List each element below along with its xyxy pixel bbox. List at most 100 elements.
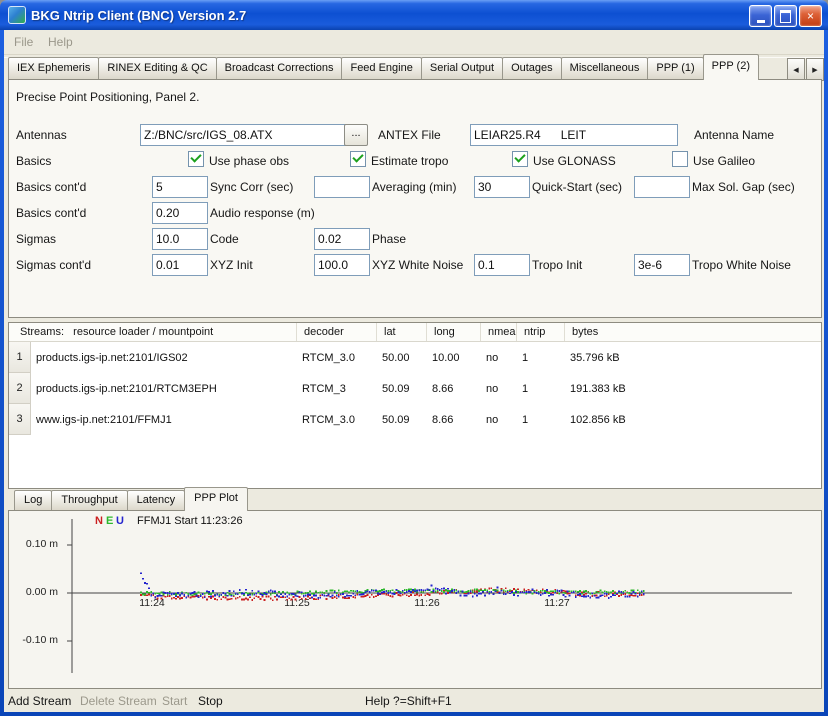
header-nmea[interactable]: nmea bbox=[481, 323, 517, 341]
tropo-white-noise-label: Tropo White Noise bbox=[692, 258, 791, 272]
cell-lat: 50.00 bbox=[377, 342, 427, 373]
cell-bytes: 102.856 kB bbox=[565, 404, 821, 435]
sync-corr-input[interactable] bbox=[152, 176, 208, 198]
menu-bar: File Help bbox=[4, 30, 824, 54]
bottom-tab-bar: Log Throughput Latency PPP Plot bbox=[14, 488, 247, 511]
tab-scroll-right-button[interactable]: ▶ bbox=[806, 58, 824, 81]
header-mountpoint[interactable]: Streams: resource loader / mountpoint bbox=[9, 323, 297, 341]
max-sol-gap-input[interactable] bbox=[634, 176, 690, 198]
streams-table: Streams: resource loader / mountpoint de… bbox=[8, 322, 822, 489]
tab-latency[interactable]: Latency bbox=[127, 490, 186, 510]
window-border-right bbox=[824, 30, 828, 712]
antex-browse-button[interactable]: ... bbox=[344, 124, 368, 146]
estimate-tropo-checkbox[interactable] bbox=[350, 151, 366, 167]
cell-mountpoint: www.igs-ip.net:2101/FFMJ1 bbox=[31, 404, 297, 435]
use-glonass-label[interactable]: Use GLONASS bbox=[533, 154, 616, 168]
menu-file[interactable]: File bbox=[14, 35, 33, 49]
sigma-phase-input[interactable] bbox=[314, 228, 370, 250]
tab-serial-output[interactable]: Serial Output bbox=[421, 57, 503, 79]
row-number: 3 bbox=[9, 404, 31, 435]
antenna-name-input[interactable] bbox=[470, 124, 678, 146]
maximize-button[interactable] bbox=[774, 5, 797, 27]
tab-outages[interactable]: Outages bbox=[502, 57, 562, 79]
antenna-name-label: Antenna Name bbox=[694, 128, 774, 142]
stream-row-3[interactable]: 3 www.igs-ip.net:2101/FFMJ1 RTCM_3.0 50.… bbox=[9, 404, 821, 435]
tab-log[interactable]: Log bbox=[14, 490, 52, 510]
cell-decoder: RTCM_3.0 bbox=[297, 342, 377, 373]
delete-stream-button[interactable]: Delete Stream bbox=[80, 694, 157, 708]
row-number: 2 bbox=[9, 373, 31, 404]
cell-ntrip: 1 bbox=[517, 404, 565, 435]
tab-feed-engine[interactable]: Feed Engine bbox=[341, 57, 421, 79]
cell-mountpoint: products.igs-ip.net:2101/IGS02 bbox=[31, 342, 297, 373]
cell-lat: 50.09 bbox=[377, 373, 427, 404]
tab-rinex-editing-qc[interactable]: RINEX Editing & QC bbox=[98, 57, 216, 79]
menu-help[interactable]: Help bbox=[48, 35, 73, 49]
sigmas-contd-label: Sigmas cont'd bbox=[16, 258, 91, 272]
use-glonass-checkbox[interactable] bbox=[512, 151, 528, 167]
stream-row-2[interactable]: 2 products.igs-ip.net:2101/RTCM3EPH RTCM… bbox=[9, 373, 821, 404]
use-galileo-label[interactable]: Use Galileo bbox=[693, 154, 755, 168]
use-galileo-checkbox[interactable] bbox=[672, 151, 688, 167]
xyz-init-label: XYZ Init bbox=[210, 258, 253, 272]
averaging-input[interactable] bbox=[314, 176, 370, 198]
sync-corr-label: Sync Corr (sec) bbox=[210, 180, 293, 194]
window-title: BKG Ntrip Client (BNC) Version 2.7 bbox=[31, 8, 246, 23]
cell-decoder: RTCM_3.0 bbox=[297, 404, 377, 435]
tab-rinex-ephemeris[interactable]: IEX Ephemeris bbox=[8, 57, 99, 79]
stop-button[interactable]: Stop bbox=[198, 694, 223, 708]
cell-long: 8.66 bbox=[427, 404, 481, 435]
tropo-white-noise-input[interactable] bbox=[634, 254, 690, 276]
window-border-bottom bbox=[0, 712, 828, 716]
tab-scroll-buttons: ◀ ▶ bbox=[786, 58, 824, 81]
streams-table-header: Streams: resource loader / mountpoint de… bbox=[9, 323, 821, 342]
tropo-init-label: Tropo Init bbox=[532, 258, 582, 272]
ppp-plot-canvas bbox=[9, 511, 819, 686]
tab-ppp-plot[interactable]: PPP Plot bbox=[184, 487, 248, 511]
help-shortcut-label: Help ?=Shift+F1 bbox=[365, 694, 452, 708]
basics-contd2-label: Basics cont'd bbox=[16, 206, 86, 220]
tab-throughput[interactable]: Throughput bbox=[51, 490, 127, 510]
xyz-init-input[interactable] bbox=[152, 254, 208, 276]
tab-miscellaneous[interactable]: Miscellaneous bbox=[561, 57, 649, 79]
estimate-tropo-label[interactable]: Estimate tropo bbox=[371, 154, 448, 168]
cell-lat: 50.09 bbox=[377, 404, 427, 435]
plot-series-u bbox=[140, 572, 645, 599]
averaging-label: Averaging (min) bbox=[372, 180, 456, 194]
xyz-white-noise-input[interactable] bbox=[314, 254, 370, 276]
ppp2-panel bbox=[8, 79, 822, 318]
tropo-init-input[interactable] bbox=[474, 254, 530, 276]
quick-start-input[interactable] bbox=[474, 176, 530, 198]
header-long[interactable]: long bbox=[427, 323, 481, 341]
cell-nmea: no bbox=[481, 404, 517, 435]
sigma-code-input[interactable] bbox=[152, 228, 208, 250]
start-button[interactable]: Start bbox=[162, 694, 187, 708]
max-sol-gap-label: Max Sol. Gap (sec) bbox=[692, 180, 795, 194]
tab-ppp-2[interactable]: PPP (2) bbox=[703, 54, 759, 80]
antex-path-input[interactable] bbox=[140, 124, 346, 146]
scroll-right-icon: ▶ bbox=[812, 66, 817, 74]
tab-scroll-left-button[interactable]: ◀ bbox=[787, 58, 805, 81]
title-bar[interactable]: BKG Ntrip Client (BNC) Version 2.7 × bbox=[0, 0, 828, 30]
use-phase-obs-label[interactable]: Use phase obs bbox=[209, 154, 289, 168]
header-ntrip[interactable]: ntrip bbox=[517, 323, 565, 341]
tab-broadcast-corrections[interactable]: Broadcast Corrections bbox=[216, 57, 343, 79]
cell-ntrip: 1 bbox=[517, 342, 565, 373]
audio-response-input[interactable] bbox=[152, 202, 208, 224]
sigmas-label: Sigmas bbox=[16, 232, 56, 246]
minimize-button[interactable] bbox=[749, 5, 772, 27]
use-phase-obs-checkbox[interactable] bbox=[188, 151, 204, 167]
cell-bytes: 191.383 kB bbox=[565, 373, 821, 404]
header-bytes[interactable]: bytes bbox=[565, 323, 821, 341]
cell-long: 10.00 bbox=[427, 342, 481, 373]
header-lat[interactable]: lat bbox=[377, 323, 427, 341]
sigma-code-label: Code bbox=[210, 232, 239, 246]
stream-row-1[interactable]: 1 products.igs-ip.net:2101/IGS02 RTCM_3.… bbox=[9, 342, 821, 373]
tab-ppp-1[interactable]: PPP (1) bbox=[647, 57, 703, 79]
add-stream-button[interactable]: Add Stream bbox=[8, 694, 71, 708]
close-button[interactable]: × bbox=[799, 5, 822, 27]
app-icon bbox=[8, 6, 26, 24]
header-decoder[interactable]: decoder bbox=[297, 323, 377, 341]
basics-contd-label: Basics cont'd bbox=[16, 180, 86, 194]
minimize-icon bbox=[757, 20, 765, 23]
